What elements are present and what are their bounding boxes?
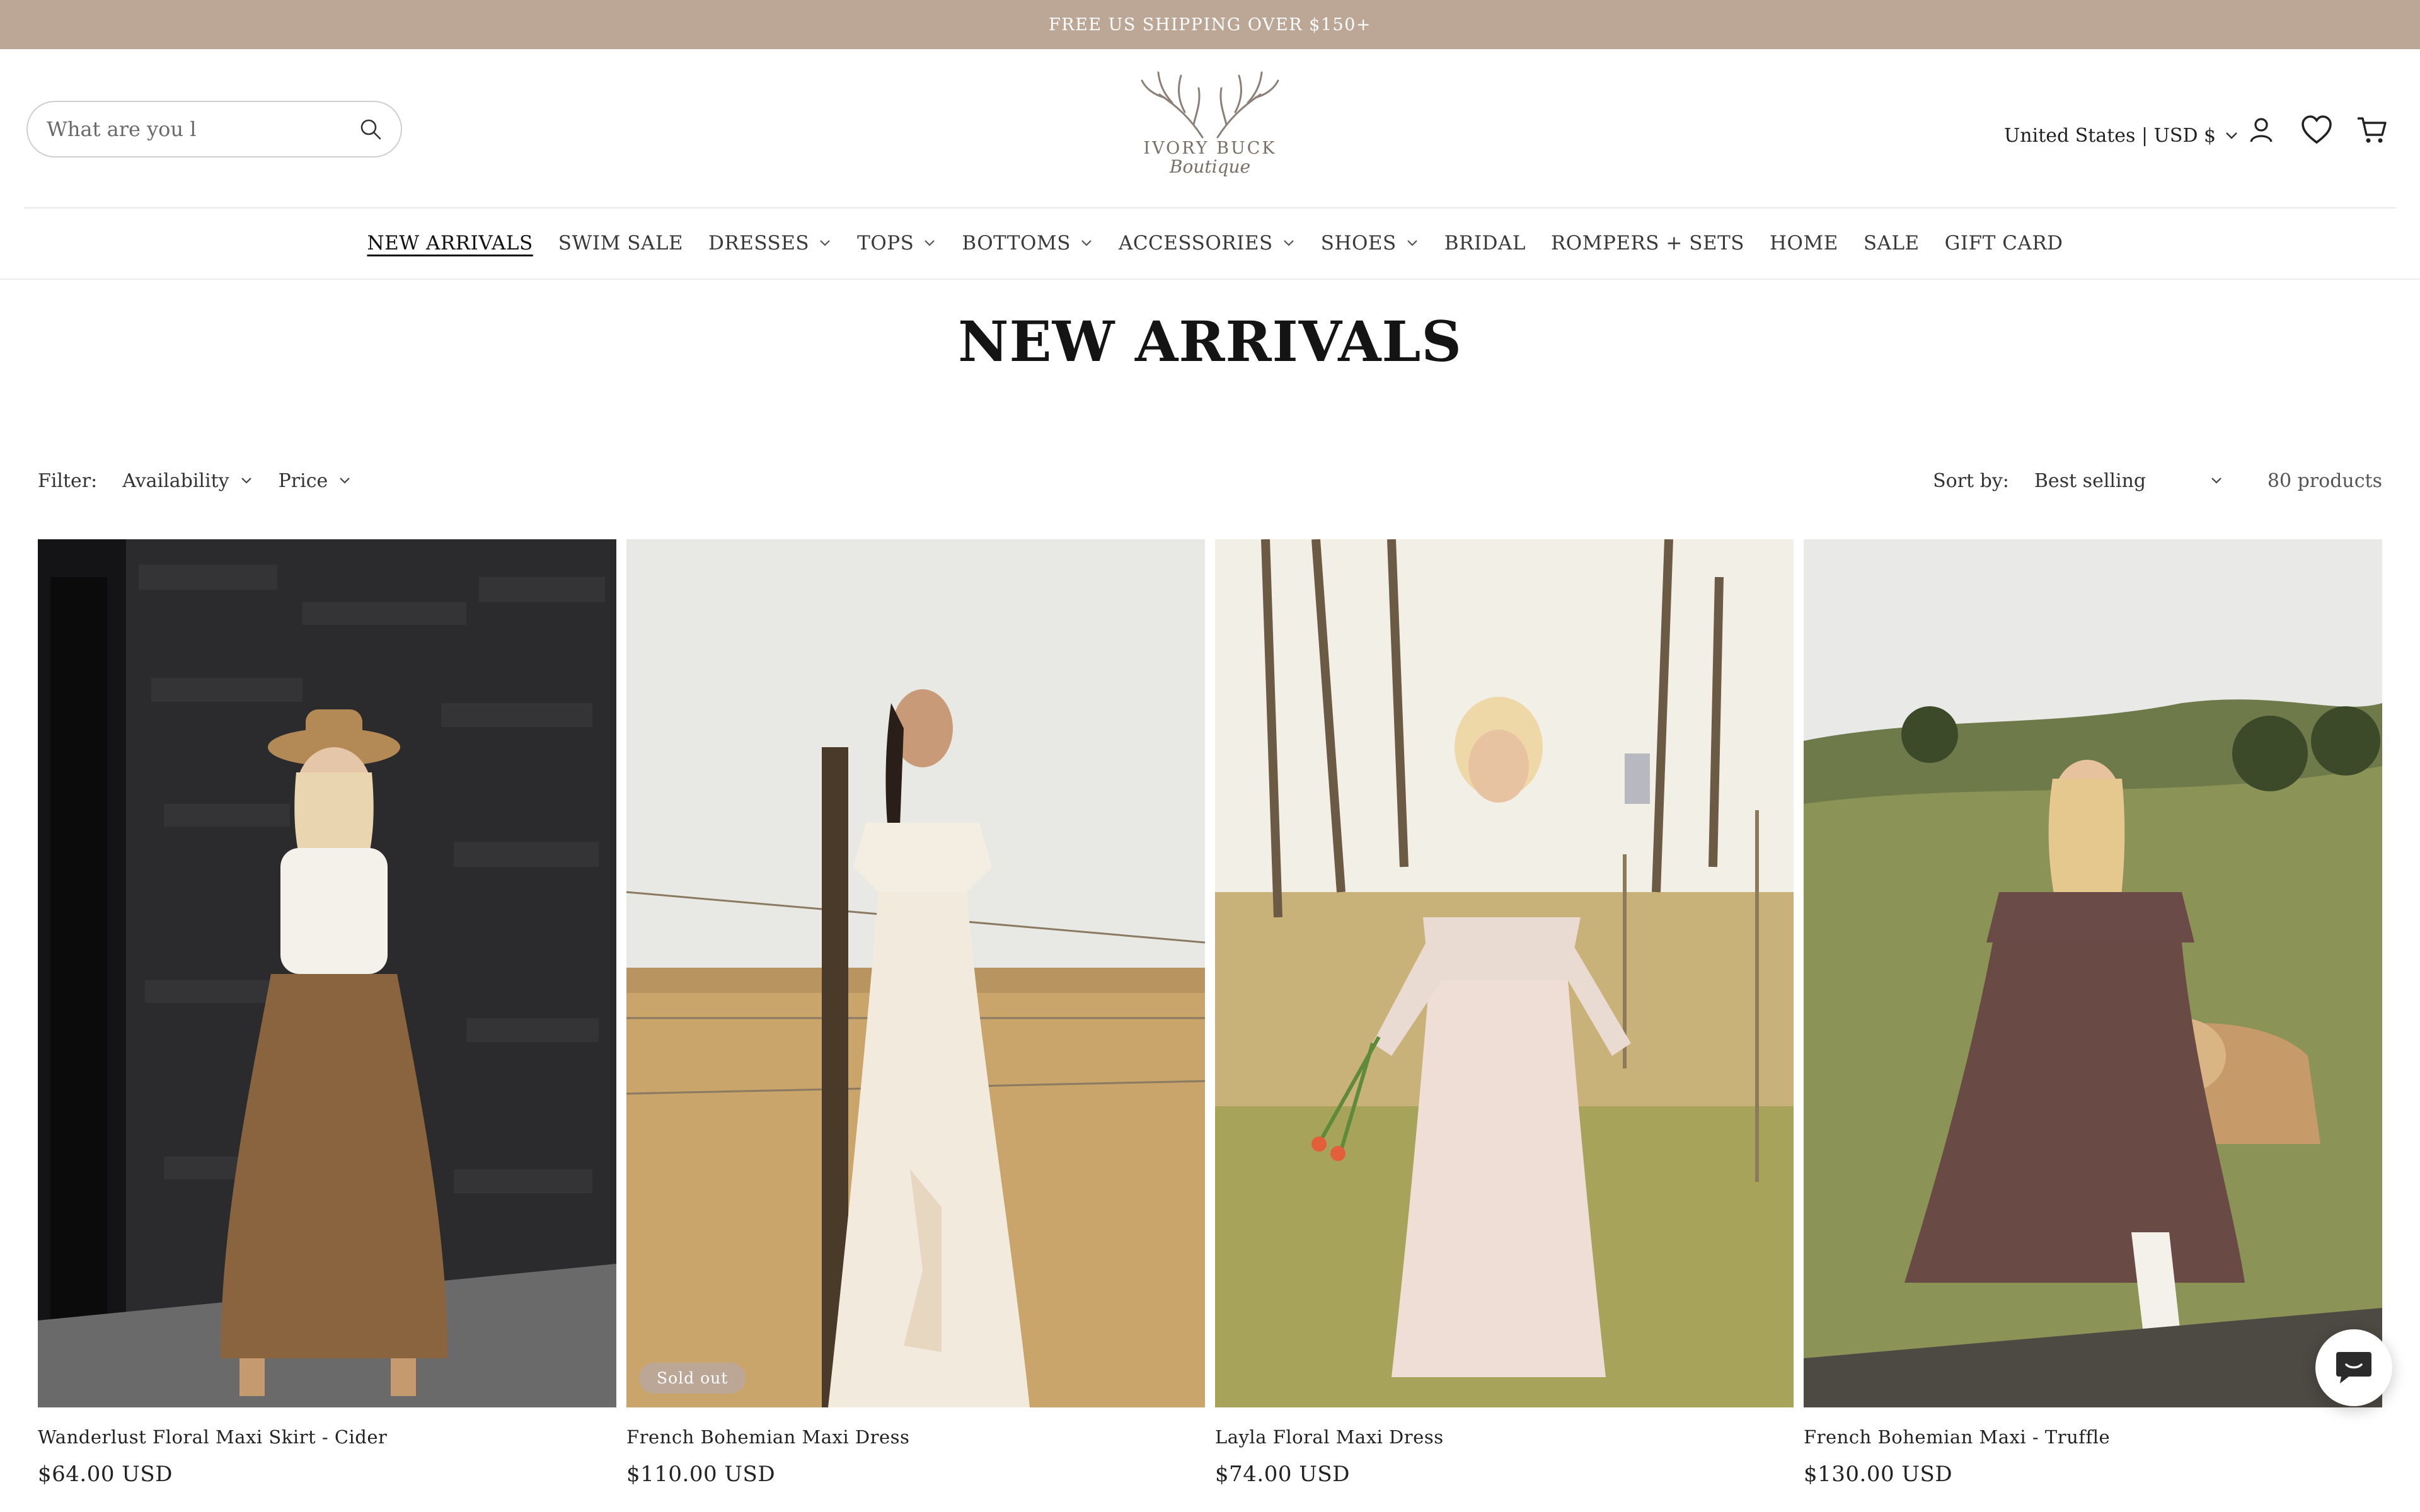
- chevron-down-icon: [340, 478, 350, 484]
- logo[interactable]: IVORY BUCK Boutique: [1128, 63, 1292, 189]
- filter-label: Filter:: [38, 469, 98, 492]
- chevron-down-icon: [1081, 240, 1092, 246]
- nav-item-gift-card[interactable]: GIFT CARD: [1945, 232, 2063, 255]
- availability-label: Availability: [122, 469, 229, 492]
- sort-select[interactable]: Best selling: [2034, 470, 2223, 492]
- nav-item-label: HOME: [1770, 232, 1838, 255]
- product-name[interactable]: Wanderlust Floral Maxi Skirt - Cider: [38, 1426, 616, 1448]
- nav-item-rompers-sets[interactable]: ROMPERS + SETS: [1551, 232, 1744, 255]
- search-input[interactable]: [47, 117, 357, 141]
- nav-item-new-arrivals[interactable]: NEW ARRIVALS: [367, 232, 533, 255]
- nav-item-sale[interactable]: SALE: [1864, 232, 1920, 255]
- chevron-down-icon: [2211, 478, 2221, 484]
- chat-button[interactable]: [2315, 1329, 2392, 1406]
- site-header: IVORY BUCK Boutique United States | USD …: [0, 49, 2420, 209]
- nav-item-label: BRIDAL: [1444, 232, 1526, 255]
- nav-item-swim-sale[interactable]: SWIM SALE: [558, 232, 683, 255]
- product-card[interactable]: Sold out French Bohemian Maxi Dress $110…: [626, 539, 1205, 1487]
- product-grid: Wanderlust Floral Maxi Skirt - Cider $64…: [38, 539, 2382, 1487]
- product-name[interactable]: French Bohemian Maxi - Truffle: [1804, 1426, 2382, 1448]
- nav-item-label: BOTTOMS: [962, 232, 1071, 255]
- nav-item-label: SHOES: [1320, 232, 1397, 255]
- chevron-down-icon: [925, 240, 935, 246]
- sort-label: Sort by:: [1933, 469, 2009, 492]
- nav-item-label: DRESSES: [708, 232, 810, 255]
- sold-out-badge: Sold out: [639, 1363, 746, 1394]
- account-icon[interactable]: [2241, 110, 2281, 150]
- logo-name: IVORY BUCK: [1143, 139, 1277, 158]
- antler-logo-icon: [1141, 71, 1279, 139]
- product-price: $74.00 USD: [1215, 1462, 1350, 1487]
- nav-item-label: GIFT CARD: [1944, 232, 2063, 255]
- nav-item-accessories[interactable]: ACCESSORIES: [1119, 232, 1296, 255]
- product-card[interactable]: French Bohemian Maxi - Truffle $130.00 U…: [1804, 539, 2382, 1487]
- product-card[interactable]: Wanderlust Floral Maxi Skirt - Cider $64…: [38, 539, 616, 1487]
- nav-item-label: ROMPERS + SETS: [1550, 232, 1744, 255]
- product-image[interactable]: [1804, 539, 2382, 1407]
- product-name[interactable]: Layla Floral Maxi Dress: [1215, 1426, 1794, 1448]
- main-nav: NEW ARRIVALS SWIM SALE DRESSES TOPS BOTTOMS A…: [0, 208, 2420, 280]
- announcement-text: FREE US SHIPPING OVER $150+: [1049, 14, 1371, 35]
- product-card[interactable]: Layla Floral Maxi Dress $74.00 USD: [1215, 539, 1794, 1487]
- chevron-down-icon: [1283, 240, 1294, 246]
- price-filter[interactable]: Price: [279, 470, 352, 492]
- availability-filter[interactable]: Availability: [122, 470, 253, 492]
- nav-item-label: TOPS: [857, 232, 914, 255]
- chevron-down-icon: [2226, 132, 2237, 139]
- price-label: Price: [278, 469, 328, 492]
- chevron-down-icon: [820, 240, 830, 246]
- sort-value: Best selling: [2034, 469, 2146, 492]
- product-count: 80 products: [2267, 469, 2382, 492]
- nav-item-home[interactable]: HOME: [1770, 232, 1838, 255]
- chat-icon: [2336, 1352, 2371, 1383]
- chevron-down-icon: [1407, 240, 1417, 246]
- chevron-down-icon: [241, 478, 251, 484]
- product-image[interactable]: [1215, 539, 1794, 1407]
- nav-item-label: SWIM SALE: [558, 232, 684, 255]
- product-price: $130.00 USD: [1804, 1462, 1953, 1487]
- page-title: NEW ARRIVALS: [958, 309, 1462, 374]
- search-icon[interactable]: [357, 115, 384, 143]
- country-label: United States | USD $: [2004, 124, 2216, 147]
- nav-item-label: NEW ARRIVALS: [367, 232, 533, 255]
- nav-item-dresses[interactable]: DRESSES: [708, 232, 832, 255]
- search-box[interactable]: [26, 101, 402, 158]
- logo-script: Boutique: [1169, 156, 1251, 177]
- nav-item-tops[interactable]: TOPS: [857, 232, 936, 255]
- product-name[interactable]: French Bohemian Maxi Dress: [626, 1426, 1205, 1448]
- product-price: $110.00 USD: [626, 1462, 776, 1487]
- product-price: $64.00 USD: [38, 1462, 173, 1487]
- product-image[interactable]: Sold out: [626, 539, 1205, 1407]
- nav-item-label: ACCESSORIES: [1118, 232, 1273, 255]
- nav-item-bottoms[interactable]: BOTTOMS: [962, 232, 1093, 255]
- product-image[interactable]: [38, 539, 616, 1407]
- nav-item-bridal[interactable]: BRIDAL: [1444, 232, 1526, 255]
- cart-icon[interactable]: [2352, 110, 2392, 150]
- filter-bar: Filter: Availability Price Sort by: Best…: [38, 465, 2382, 496]
- announcement-bar: FREE US SHIPPING OVER $150+: [0, 0, 2420, 49]
- nav-item-shoes[interactable]: SHOES: [1321, 232, 1419, 255]
- wishlist-heart-icon[interactable]: [2296, 110, 2337, 150]
- nav-item-label: SALE: [1863, 232, 1920, 255]
- country-selector[interactable]: United States | USD $: [2004, 122, 2238, 149]
